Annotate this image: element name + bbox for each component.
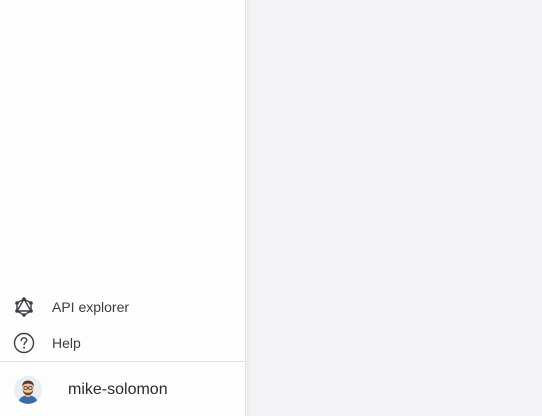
sidebar-item-label: Help — [52, 335, 81, 351]
help-circle-icon — [13, 332, 35, 354]
user-menu[interactable]: mike-solomon — [0, 362, 245, 416]
sidebar-item-label: API explorer — [52, 299, 130, 315]
app-window: API explorer Help mike-solomon — [0, 0, 542, 416]
graphql-icon — [15, 297, 33, 317]
user-avatar — [14, 376, 42, 404]
main-content-area — [247, 0, 542, 416]
username: mike-solomon — [68, 381, 168, 398]
sidebar: API explorer Help mike-solomon — [0, 0, 246, 416]
sidebar-item-api-explorer[interactable]: API explorer — [0, 291, 245, 323]
sidebar-item-help[interactable]: Help — [0, 327, 245, 359]
